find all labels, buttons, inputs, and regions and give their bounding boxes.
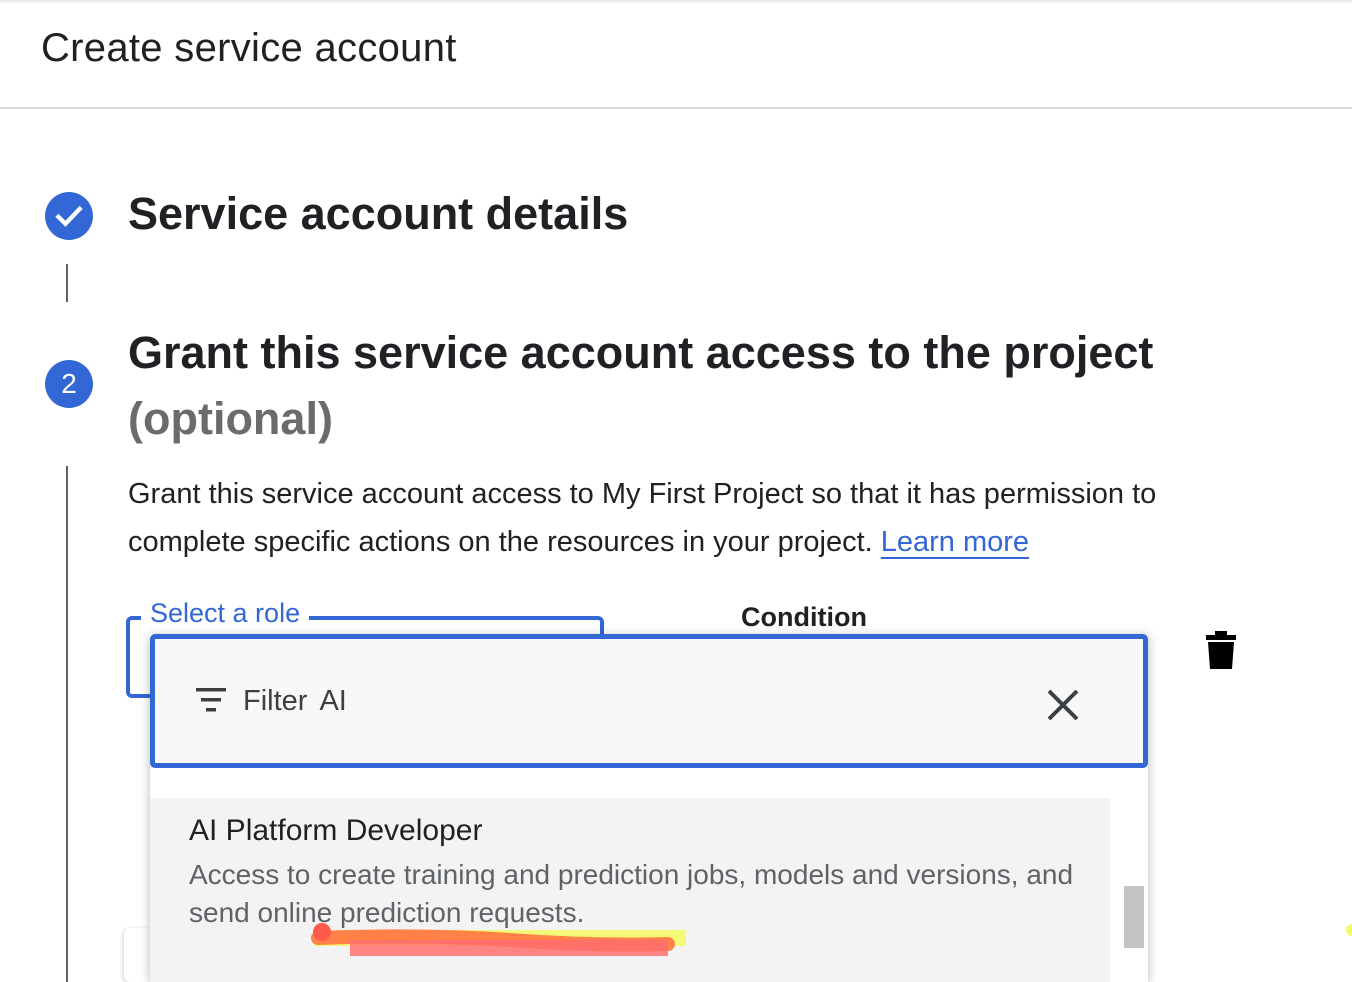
filter-icon <box>196 688 226 712</box>
option-description: Access to create training and prediction… <box>189 859 1074 928</box>
step-2-title: Grant this service account access to the… <box>128 327 1154 378</box>
filter-value: AI <box>319 685 347 717</box>
stepper-connector <box>66 466 68 982</box>
learn-more-link[interactable]: Learn more <box>881 526 1029 558</box>
role-option-ai-platform-developer[interactable]: AI Platform Developer Access to create t… <box>150 798 1110 982</box>
check-icon <box>55 205 83 227</box>
header-bar: Create service account <box>0 0 1352 109</box>
filter-text: Filter AI <box>243 685 347 718</box>
role-select-label: Select a role <box>141 598 310 629</box>
highlight-dot <box>1346 924 1352 936</box>
filter-label: Filter <box>243 685 308 717</box>
condition-label: Condition <box>741 602 867 632</box>
step-1-complete-icon <box>45 192 93 240</box>
close-icon[interactable] <box>1043 685 1083 725</box>
option-title: AI Platform Developer <box>189 814 483 847</box>
step-2-optional-label: (optional) <box>128 393 333 444</box>
grant-description: Grant this service account access to My … <box>128 470 1278 566</box>
stepper-connector <box>66 264 68 302</box>
trash-icon[interactable] <box>1203 630 1239 670</box>
scrollbar-thumb[interactable] <box>1124 886 1144 948</box>
step-2-number-badge: 2 <box>45 360 93 408</box>
page-title: Create service account <box>41 26 457 70</box>
filter-input[interactable]: Filter AI <box>150 634 1148 768</box>
role-dropdown-menu: Filter AI AI Platform Developer Access to… <box>150 634 1148 982</box>
step-1-title[interactable]: Service account details <box>128 188 628 240</box>
